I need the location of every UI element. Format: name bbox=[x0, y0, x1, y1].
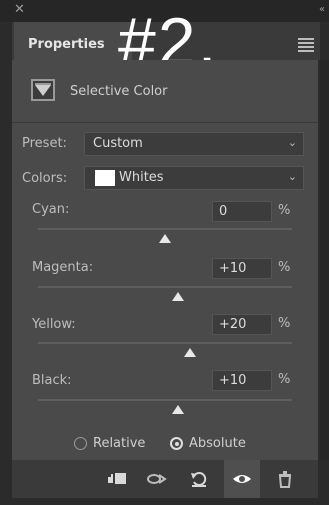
visibility-eye-icon[interactable] bbox=[231, 468, 253, 490]
preset-label: Preset: bbox=[22, 136, 67, 151]
preset-dropdown[interactable]: Custom ⌄ bbox=[84, 132, 304, 156]
tab-properties-label: Properties bbox=[28, 37, 105, 52]
selective-color-adjustment-icon bbox=[31, 79, 55, 101]
magenta-slider-track[interactable] bbox=[38, 286, 292, 288]
black-value-input[interactable]: +10 bbox=[212, 370, 272, 391]
divider bbox=[12, 122, 318, 123]
color-swatch bbox=[95, 170, 115, 186]
magenta-value: +10 bbox=[219, 261, 247, 276]
colors-value: Whites bbox=[119, 170, 164, 185]
colors-label: Colors: bbox=[22, 171, 68, 186]
collapse-panel-icon[interactable]: ‹‹ bbox=[319, 4, 325, 15]
black-slider-track[interactable] bbox=[38, 399, 292, 401]
absolute-radio[interactable] bbox=[170, 437, 183, 450]
method-radio-group: Relative Absolute bbox=[74, 434, 294, 454]
relative-radio-label[interactable]: Relative bbox=[93, 436, 145, 451]
percent-label: % bbox=[278, 316, 291, 331]
panel-scrollbar[interactable] bbox=[320, 60, 329, 460]
cyan-value-input[interactable]: 0 bbox=[212, 201, 272, 222]
adjustment-header: Selective Color bbox=[12, 60, 318, 120]
black-value: +10 bbox=[219, 373, 247, 388]
clip-to-layer-icon[interactable] bbox=[106, 468, 128, 490]
percent-label: % bbox=[278, 260, 291, 275]
magenta-value-input[interactable]: +10 bbox=[212, 258, 272, 279]
trash-icon[interactable] bbox=[274, 468, 296, 490]
relative-radio[interactable] bbox=[74, 437, 87, 450]
properties-bottom-bar bbox=[12, 460, 318, 498]
chevron-down-icon: ⌄ bbox=[287, 170, 297, 183]
percent-label: % bbox=[278, 203, 291, 218]
colors-dropdown[interactable]: Whites ⌄ bbox=[84, 166, 304, 190]
tab-properties[interactable]: Properties bbox=[14, 22, 132, 60]
view-previous-state-icon[interactable] bbox=[146, 468, 168, 490]
slider-label: Cyan: bbox=[32, 202, 70, 217]
magenta-slider-thumb[interactable] bbox=[171, 292, 184, 301]
absolute-radio-label[interactable]: Absolute bbox=[189, 436, 246, 451]
close-icon[interactable]: ✕ bbox=[14, 2, 25, 17]
preset-value: Custom bbox=[93, 136, 143, 151]
visibility-toggle[interactable] bbox=[224, 460, 260, 498]
adjustment-title: Selective Color bbox=[70, 84, 168, 99]
cyan-slider-thumb[interactable] bbox=[159, 234, 171, 243]
panel-menu-icon[interactable] bbox=[298, 36, 314, 54]
properties-panel: Selective Color Preset: Custom ⌄ Colors:… bbox=[12, 60, 318, 460]
cyan-value: 0 bbox=[219, 204, 228, 219]
percent-label: % bbox=[278, 372, 291, 387]
yellow-value: +20 bbox=[219, 317, 247, 332]
yellow-value-input[interactable]: +20 bbox=[212, 314, 272, 335]
yellow-slider-track[interactable] bbox=[38, 342, 292, 344]
black-slider-thumb[interactable] bbox=[171, 405, 184, 414]
chevron-down-icon: ⌄ bbox=[287, 136, 297, 149]
slider-label: Black: bbox=[32, 373, 72, 388]
slider-label: Magenta: bbox=[32, 260, 94, 275]
yellow-slider-thumb[interactable] bbox=[184, 348, 197, 357]
reset-icon[interactable] bbox=[188, 468, 210, 490]
cyan-slider-track[interactable] bbox=[38, 228, 292, 230]
slider-label: Yellow: bbox=[32, 317, 76, 332]
